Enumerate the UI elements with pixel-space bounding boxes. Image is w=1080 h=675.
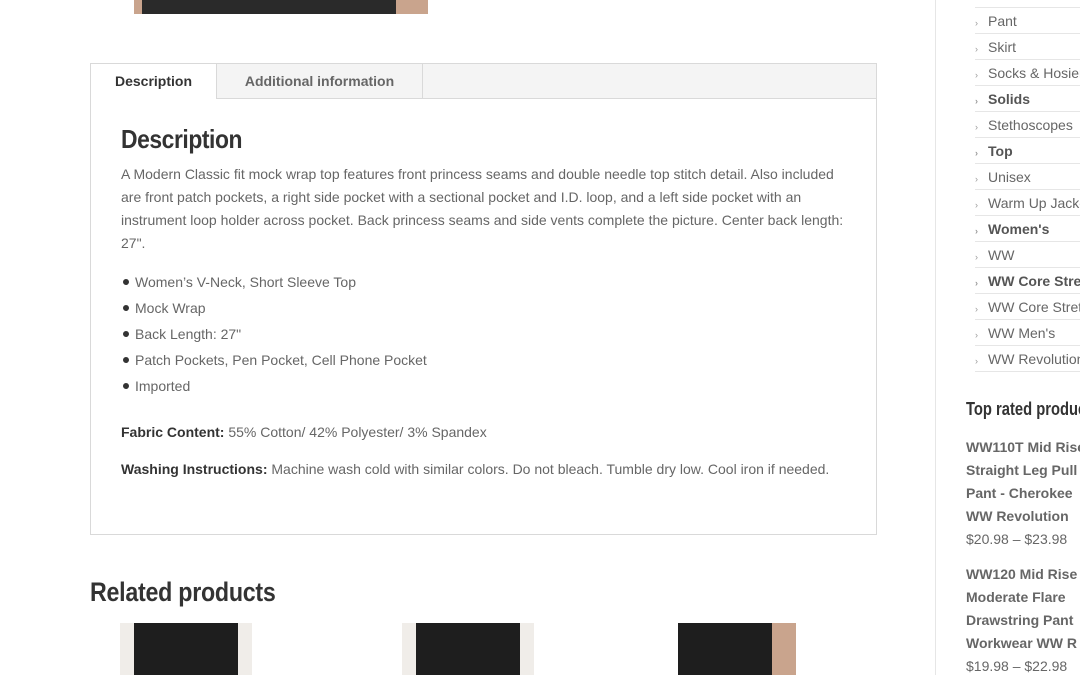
product-name-line: WW110T Mid Rise — [966, 439, 1080, 455]
category-label: Unisex — [988, 169, 1031, 185]
chevron-right-icon: › — [975, 356, 978, 366]
related-product-image[interactable] — [672, 623, 802, 675]
chevron-right-icon: › — [975, 96, 978, 106]
category-item-unisex[interactable]: › Unisex — [975, 164, 1080, 190]
category-item-pant[interactable]: › Pant — [975, 8, 1080, 34]
category-label: WW Core Stretch — [988, 299, 1080, 315]
category-item-warm-up-jackets[interactable]: › Warm Up Jackets — [975, 190, 1080, 216]
category-label: Pant — [988, 13, 1017, 29]
category-label: WW — [988, 247, 1015, 263]
chevron-right-icon: › — [975, 304, 978, 314]
chevron-right-icon: › — [975, 174, 978, 184]
category-item-ww-core-stretch[interactable]: › WW Core Stretch — [975, 268, 1080, 294]
chevron-right-icon: › — [975, 278, 978, 288]
chevron-right-icon: › — [975, 122, 978, 132]
category-label: Skirt — [988, 39, 1016, 55]
washing-instructions: Washing Instructions: Machine wash cold … — [121, 458, 851, 481]
feature-item: Patch Pockets, Pen Pocket, Cell Phone Po… — [123, 347, 851, 373]
category-label: Women's — [988, 221, 1050, 237]
chevron-right-icon: › — [975, 200, 978, 210]
category-item-stethoscopes[interactable]: › Stethoscopes — [975, 112, 1080, 138]
category-label: WW Men's — [988, 325, 1056, 341]
product-name-line: Drawstring Pant — [966, 612, 1074, 628]
product-name-line: Pant - Cherokee — [966, 485, 1073, 501]
chevron-right-icon: › — [975, 148, 978, 158]
top-rated-product-link[interactable]: WW110T Mid Rise Straight Leg Pull Pant -… — [966, 436, 1080, 528]
category-item-ww-core-stretch-2[interactable]: › WW Core Stretch — [975, 294, 1080, 320]
category-item-solids[interactable]: › Solids — [975, 86, 1080, 112]
related-product-image[interactable] — [396, 623, 540, 675]
product-tabs: Description Additional information Descr… — [90, 63, 877, 535]
category-item-womens[interactable]: › Women's — [975, 216, 1080, 242]
chevron-right-icon: › — [975, 70, 978, 80]
fabric-content-value: 55% Cotton/ 42% Polyester/ 3% Spandex — [224, 424, 487, 440]
product-name-line: WW Revolution — [966, 508, 1069, 524]
category-label: Warm Up Jackets — [988, 195, 1080, 211]
chevron-right-icon: › — [975, 226, 978, 236]
chevron-right-icon: › — [975, 252, 978, 262]
chevron-right-icon: › — [975, 44, 978, 54]
feature-item: Imported — [123, 373, 851, 399]
category-label: WW Core Stretch — [988, 273, 1080, 289]
tab-additional-information[interactable]: Additional information — [217, 64, 423, 98]
product-name-line: WW120 Mid Rise — [966, 566, 1078, 582]
product-name-line: Straight Leg Pull — [966, 462, 1078, 478]
top-rated-product-link[interactable]: WW120 Mid Rise Moderate Flare Drawstring… — [966, 563, 1080, 655]
category-item-ww-mens[interactable]: › WW Men's — [975, 320, 1080, 346]
description-heading: Description — [121, 124, 243, 154]
product-name-line: Workwear WW R — [966, 635, 1077, 651]
fabric-content-label: Fabric Content: — [121, 424, 225, 440]
category-label: Top — [988, 143, 1013, 159]
tab-description[interactable]: Description — [91, 64, 217, 99]
product-image — [134, 0, 428, 14]
related-products-heading: Related products — [90, 577, 276, 607]
description-paragraph: A Modern Classic fit mock wrap top featu… — [121, 166, 844, 251]
product-name-line: Moderate Flare — [966, 589, 1066, 605]
feature-item: Back Length: 27" — [123, 321, 851, 347]
related-product-image[interactable] — [114, 623, 258, 675]
washing-instructions-label: Washing Instructions: — [121, 461, 268, 477]
tab-bar: Description Additional information — [91, 64, 876, 99]
fabric-content: Fabric Content: 55% Cotton/ 42% Polyeste… — [121, 421, 851, 444]
category-label: Socks & Hosiery — [988, 65, 1080, 81]
category-item-ww-revolution[interactable]: › WW Revolution — [975, 346, 1080, 372]
category-item-socks[interactable]: › Socks & Hosiery — [975, 60, 1080, 86]
top-rated-heading: Top rated products — [966, 399, 1080, 419]
washing-instructions-value: Machine wash cold with similar colors. D… — [267, 461, 830, 477]
chevron-right-icon: › — [975, 18, 978, 28]
feature-item: Women’s V-Neck, Short Sleeve Top — [123, 269, 851, 295]
feature-item: Mock Wrap — [123, 295, 851, 321]
category-item-ww[interactable]: › WW — [975, 242, 1080, 268]
product-price: $19.98 – $22.98 — [966, 658, 1068, 674]
sidebar-divider — [935, 0, 936, 675]
category-item-skirt[interactable]: › Skirt — [975, 34, 1080, 60]
product-price: $20.98 – $23.98 — [966, 531, 1068, 547]
category-label: Solids — [988, 91, 1031, 107]
chevron-right-icon: › — [975, 330, 978, 340]
description-panel: Description A Modern Classic fit mock wr… — [121, 124, 851, 481]
category-item-top[interactable]: › Top — [975, 138, 1080, 164]
category-label: WW Revolution — [988, 351, 1080, 367]
feature-list: Women’s V-Neck, Short Sleeve Top Mock Wr… — [121, 269, 851, 399]
category-label: Stethoscopes — [988, 117, 1073, 133]
